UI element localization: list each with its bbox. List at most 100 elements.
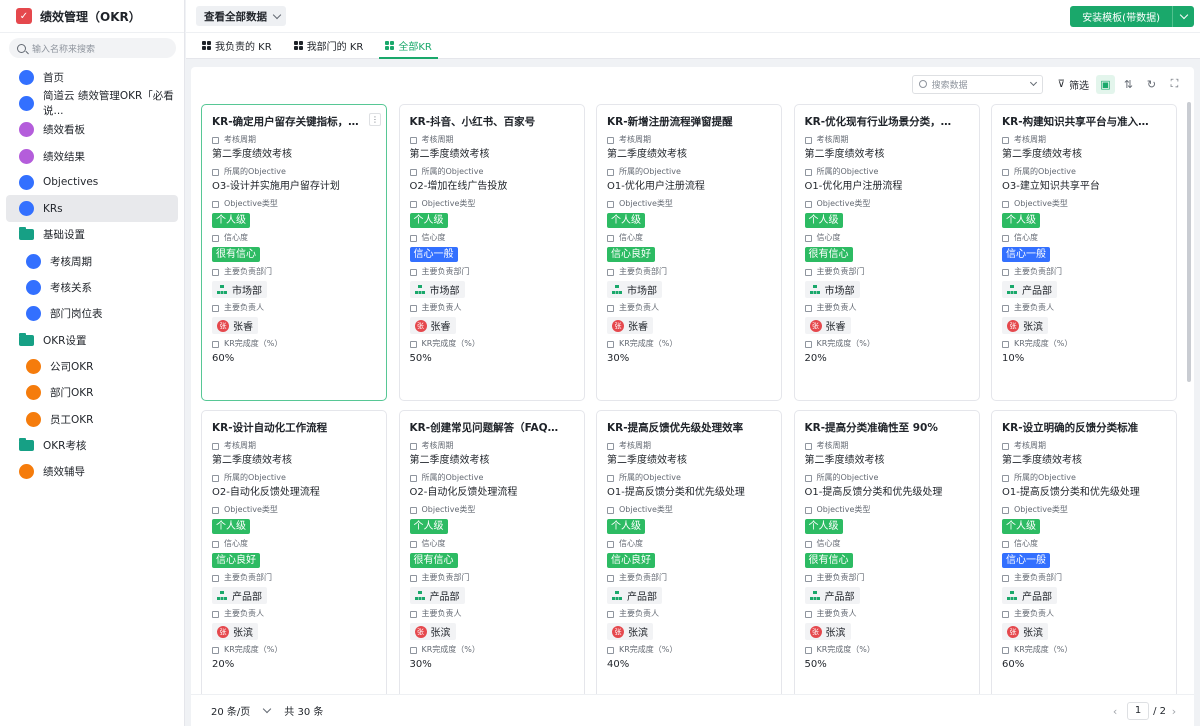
field-label-text: 所属的Objective — [421, 473, 484, 482]
objective-type-tag: 个人级 — [409, 213, 448, 228]
kr-card[interactable]: KR-优化现有行业场景分类，用... 考核周期 第二季度绩效考核 所属的Objecti… — [793, 104, 980, 401]
field-label-text: 主要负责人 — [224, 609, 264, 618]
sidebar-item-6[interactable]: 基础设置 — [6, 222, 178, 248]
tab-0[interactable]: 我负责的 KR — [196, 32, 278, 58]
kr-card[interactable]: KR-抖音、小红书、百家号 考核周期 第二季度绩效考核 所属的Objective O2-… — [398, 104, 585, 401]
objective-type-tag: 个人级 — [409, 519, 448, 534]
kr-card-title: KR-抖音、小红书、百家号 — [409, 116, 536, 128]
field-label-text: 信心度 — [421, 539, 446, 548]
field-label-text: 主要负责部门 — [619, 267, 667, 276]
pager: ‹ 1 / 2 › — [1107, 702, 1182, 720]
field-label-dept: 主要负责部门 — [212, 572, 376, 584]
page-number-input[interactable]: 1 — [1127, 702, 1150, 720]
field-icon — [607, 574, 614, 582]
result-icon — [19, 148, 34, 164]
confidence-tag: 信心一般 — [1002, 553, 1050, 568]
search-icon — [918, 80, 927, 88]
next-page-icon[interactable]: › — [1166, 703, 1182, 719]
chevron-down-icon — [263, 704, 272, 714]
sidebar-item-0[interactable]: 首页 — [6, 64, 178, 90]
kr-card[interactable]: KR-提高分类准确性至 90% 考核周期 第二季度绩效考核 所属的Objective O… — [793, 410, 980, 694]
card-view-icon[interactable]: ▣ — [1096, 74, 1115, 94]
data-search-input[interactable]: 搜索数据 — [911, 74, 1043, 94]
sidebar-item-15[interactable]: 绩效辅导 — [6, 458, 178, 484]
field-label-objective: 所属的Objective — [409, 166, 574, 178]
sidebar-item-8[interactable]: 考核关系 — [6, 274, 178, 300]
sidebar-item-12[interactable]: 部门OKR — [6, 380, 178, 406]
refresh-icon[interactable]: ↻ — [1142, 75, 1161, 94]
page-size-select[interactable]: 20 条/页 — [211, 703, 272, 718]
field-icon — [607, 506, 614, 514]
sidebar-item-2[interactable]: 绩效看板 — [6, 117, 178, 143]
view-data-select[interactable]: 查看全部数据 — [196, 6, 286, 26]
coach-icon — [19, 464, 34, 480]
install-template-button[interactable]: 安装模板(带数据) — [1070, 6, 1172, 27]
org-icon — [1007, 285, 1017, 294]
prev-page-icon[interactable]: ‹ — [1107, 703, 1123, 719]
fullscreen-icon[interactable]: ⛶ — [1165, 75, 1184, 94]
sidebar-item-10[interactable]: OKR设置 — [6, 327, 178, 353]
kr-card[interactable]: KR-创建常见问题解答（FAQ）... 考核周期 第二季度绩效考核 所属的Object… — [398, 410, 585, 694]
sidebar-item-11[interactable]: 公司OKR — [6, 353, 178, 379]
field-label-period: 考核周期 — [409, 440, 574, 452]
filter-button[interactable]: ⊽ 筛选 — [1055, 75, 1092, 94]
kr-card[interactable]: KR-设立明确的反馈分类标准 考核周期 第二季度绩效考核 所属的Objective O1… — [991, 410, 1177, 694]
sidebar-item-label: KRs — [43, 202, 63, 215]
vertical-scrollbar[interactable] — [1187, 102, 1191, 382]
org-icon — [612, 285, 622, 294]
sidebar-search-input[interactable]: 输入名称来搜索 — [9, 38, 176, 58]
sidebar-item-5[interactable]: KRs — [6, 195, 178, 222]
field-label-text: 主要负责部门 — [421, 267, 470, 276]
confidence-tag: 信心良好 — [607, 247, 655, 262]
sidebar-item-label: 考核关系 — [50, 282, 92, 295]
field-label-dept: 主要负责部门 — [1002, 266, 1166, 278]
confidence-tag: 信心一般 — [1002, 247, 1050, 262]
chevron-down-icon — [272, 10, 282, 19]
relation-icon — [26, 280, 41, 296]
field-label-text: 信心度 — [816, 539, 841, 548]
dept-name: 产品部 — [429, 592, 460, 603]
field-icon — [409, 268, 417, 276]
field-label-text: 主要负责人 — [224, 303, 264, 312]
sidebar-item-label: Objectives — [43, 176, 99, 189]
owner-chip: 张张滨 — [607, 623, 653, 640]
install-dropdown-button[interactable] — [1172, 6, 1194, 27]
field-label-progress: KR完成度（%） — [409, 338, 574, 350]
sidebar-item-3[interactable]: 绩效结果 — [6, 143, 178, 169]
period-value: 第二季度绩效考核 — [607, 455, 687, 466]
field-label-text: KR完成度（%） — [1014, 645, 1073, 654]
objective-type-tag: 个人级 — [804, 519, 843, 534]
kr-card[interactable]: KR-构建知识共享平台与准入标准 考核周期 第二季度绩效考核 所属的Objective… — [991, 104, 1177, 401]
kr-card-title: KR-设立明确的反馈分类标准 — [1002, 422, 1139, 434]
field-label-text: KR完成度（%） — [816, 339, 875, 348]
kr-card-title: KR-提高分类准确性至 90% — [804, 422, 938, 434]
kr-card[interactable]: KR-新增注册流程弹窗提醒 考核周期 第二季度绩效考核 所属的Objective O1-… — [596, 104, 782, 401]
sort-icon[interactable]: ⇅ — [1119, 75, 1138, 94]
kr-card[interactable]: KR-确定用户留存关键指标，制... ⋮ 考核周期 第二季度绩效考核 所属的Object… — [201, 104, 387, 401]
kr-card[interactable]: KR-提高反馈优先级处理效率 考核周期 第二季度绩效考核 所属的Objective O1… — [596, 410, 782, 694]
sidebar-item-4[interactable]: Objectives — [6, 169, 178, 195]
confidence-tag: 信心一般 — [409, 247, 458, 262]
sidebar-item-7[interactable]: 考核周期 — [6, 248, 178, 274]
sidebar-item-14[interactable]: OKR考核 — [6, 432, 178, 458]
calendar-icon — [26, 253, 41, 269]
field-icon — [1002, 268, 1009, 276]
more-options-icon[interactable]: ⋮ — [369, 113, 381, 126]
field-icon — [409, 136, 417, 144]
kr-tabs: 我负责的 KR 我部门的 KR 全部KR — [186, 33, 1200, 59]
field-label-text: Objective类型 — [619, 199, 673, 208]
field-icon — [212, 340, 219, 348]
field-label-period: 考核周期 — [607, 440, 771, 452]
document-icon — [19, 95, 34, 111]
tab-1[interactable]: 我部门的 KR — [288, 32, 370, 58]
home-icon — [19, 69, 34, 85]
sidebar-item-13[interactable]: 员工OKR — [6, 406, 178, 432]
sidebar-item-1[interactable]: 简道云 绩效管理OKR「必看说... — [6, 90, 178, 117]
field-label-text: 主要负责人 — [619, 303, 659, 312]
sidebar-item-9[interactable]: 部门岗位表 — [6, 301, 178, 327]
tab-2[interactable]: 全部KR — [379, 32, 438, 59]
field-icon — [804, 200, 812, 208]
dept-chip: 市场部 — [409, 281, 465, 298]
kr-card[interactable]: KR-设计自动化工作流程 考核周期 第二季度绩效考核 所属的Objective O2-自… — [201, 410, 387, 694]
field-label-period: 考核周期 — [409, 134, 574, 146]
